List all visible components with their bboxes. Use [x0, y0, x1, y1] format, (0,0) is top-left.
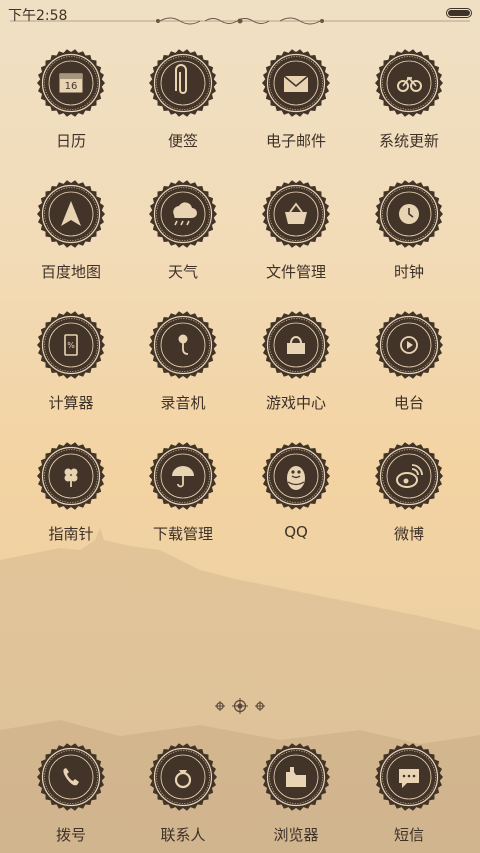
flower-icon	[37, 442, 105, 510]
app-bicycle[interactable]: 系统更新	[353, 48, 465, 158]
cloud-rain-icon	[149, 180, 217, 248]
app-phone[interactable]: 拨号	[15, 742, 127, 852]
app-label: 短信	[393, 826, 424, 844]
app-cloud-rain[interactable]: 天气	[127, 179, 239, 289]
app-label: 联系人	[160, 826, 206, 844]
dock: 拨号 联系人 浏览器 短信	[0, 742, 480, 853]
app-flower[interactable]: 指南针	[15, 441, 127, 551]
weibo-icon	[375, 442, 443, 510]
app-basket[interactable]: 文件管理	[240, 179, 352, 289]
app-envelope[interactable]: 电子邮件	[240, 48, 352, 158]
penguin-icon	[262, 442, 330, 510]
app-label: 录音机	[160, 394, 206, 412]
app-calculator[interactable]: % 计算器	[15, 310, 127, 420]
svg-text:%: %	[67, 341, 75, 350]
play-circle-icon	[375, 311, 443, 379]
app-label: 系统更新	[378, 132, 439, 150]
navigation-arrow-icon	[37, 180, 105, 248]
app-label: 游戏中心	[265, 394, 326, 412]
app-bag[interactable]: 游戏中心	[240, 310, 352, 420]
bag-icon	[262, 311, 330, 379]
app-label: 日历	[55, 132, 86, 150]
paperclip-icon	[149, 49, 217, 117]
app-label: 电子邮件	[265, 132, 326, 150]
app-label: 天气	[167, 263, 198, 281]
app-ring[interactable]: 联系人	[127, 742, 239, 852]
app-folder[interactable]: 浏览器	[240, 742, 352, 852]
page-indicator	[215, 698, 265, 714]
phone-icon	[37, 743, 105, 811]
envelope-icon	[262, 49, 330, 117]
bicycle-icon	[375, 49, 443, 117]
battery-icon	[446, 8, 472, 18]
basket-icon	[262, 180, 330, 248]
app-paperclip[interactable]: 便签	[127, 48, 239, 158]
calendar-icon: 16	[37, 49, 105, 117]
ring-icon	[149, 743, 217, 811]
app-label: 便签	[167, 132, 198, 150]
app-label: 文件管理	[265, 263, 326, 281]
app-label: 浏览器	[273, 826, 319, 844]
app-message[interactable]: 短信	[353, 742, 465, 852]
app-umbrella[interactable]: 下载管理	[127, 441, 239, 551]
status-bar: 下午2:58	[0, 0, 480, 26]
folder-icon	[262, 743, 330, 811]
app-label: 时钟	[393, 263, 424, 281]
calculator-icon: %	[37, 311, 105, 379]
app-microphone[interactable]: 录音机	[127, 310, 239, 420]
app-label: 微博	[393, 525, 424, 543]
app-label: 指南针	[48, 525, 94, 543]
app-clock[interactable]: 时钟	[353, 179, 465, 289]
app-weibo[interactable]: 微博	[353, 441, 465, 551]
calendar-day: 16	[65, 81, 78, 92]
app-label: 下载管理	[152, 525, 213, 543]
decorative-ornament-icon	[10, 17, 470, 25]
app-penguin[interactable]: QQ	[240, 441, 352, 551]
app-label: 电台	[393, 394, 424, 412]
app-label: 百度地图	[40, 263, 101, 281]
app-label: 计算器	[48, 394, 94, 412]
app-calendar[interactable]: 16 日历	[15, 48, 127, 158]
clock-icon	[375, 180, 443, 248]
app-label: 拨号	[55, 826, 86, 844]
app-play-circle[interactable]: 电台	[353, 310, 465, 420]
app-navigation-arrow[interactable]: 百度地图	[15, 179, 127, 289]
app-label: QQ	[284, 523, 308, 541]
umbrella-icon	[149, 442, 217, 510]
microphone-icon	[149, 311, 217, 379]
message-icon	[375, 743, 443, 811]
